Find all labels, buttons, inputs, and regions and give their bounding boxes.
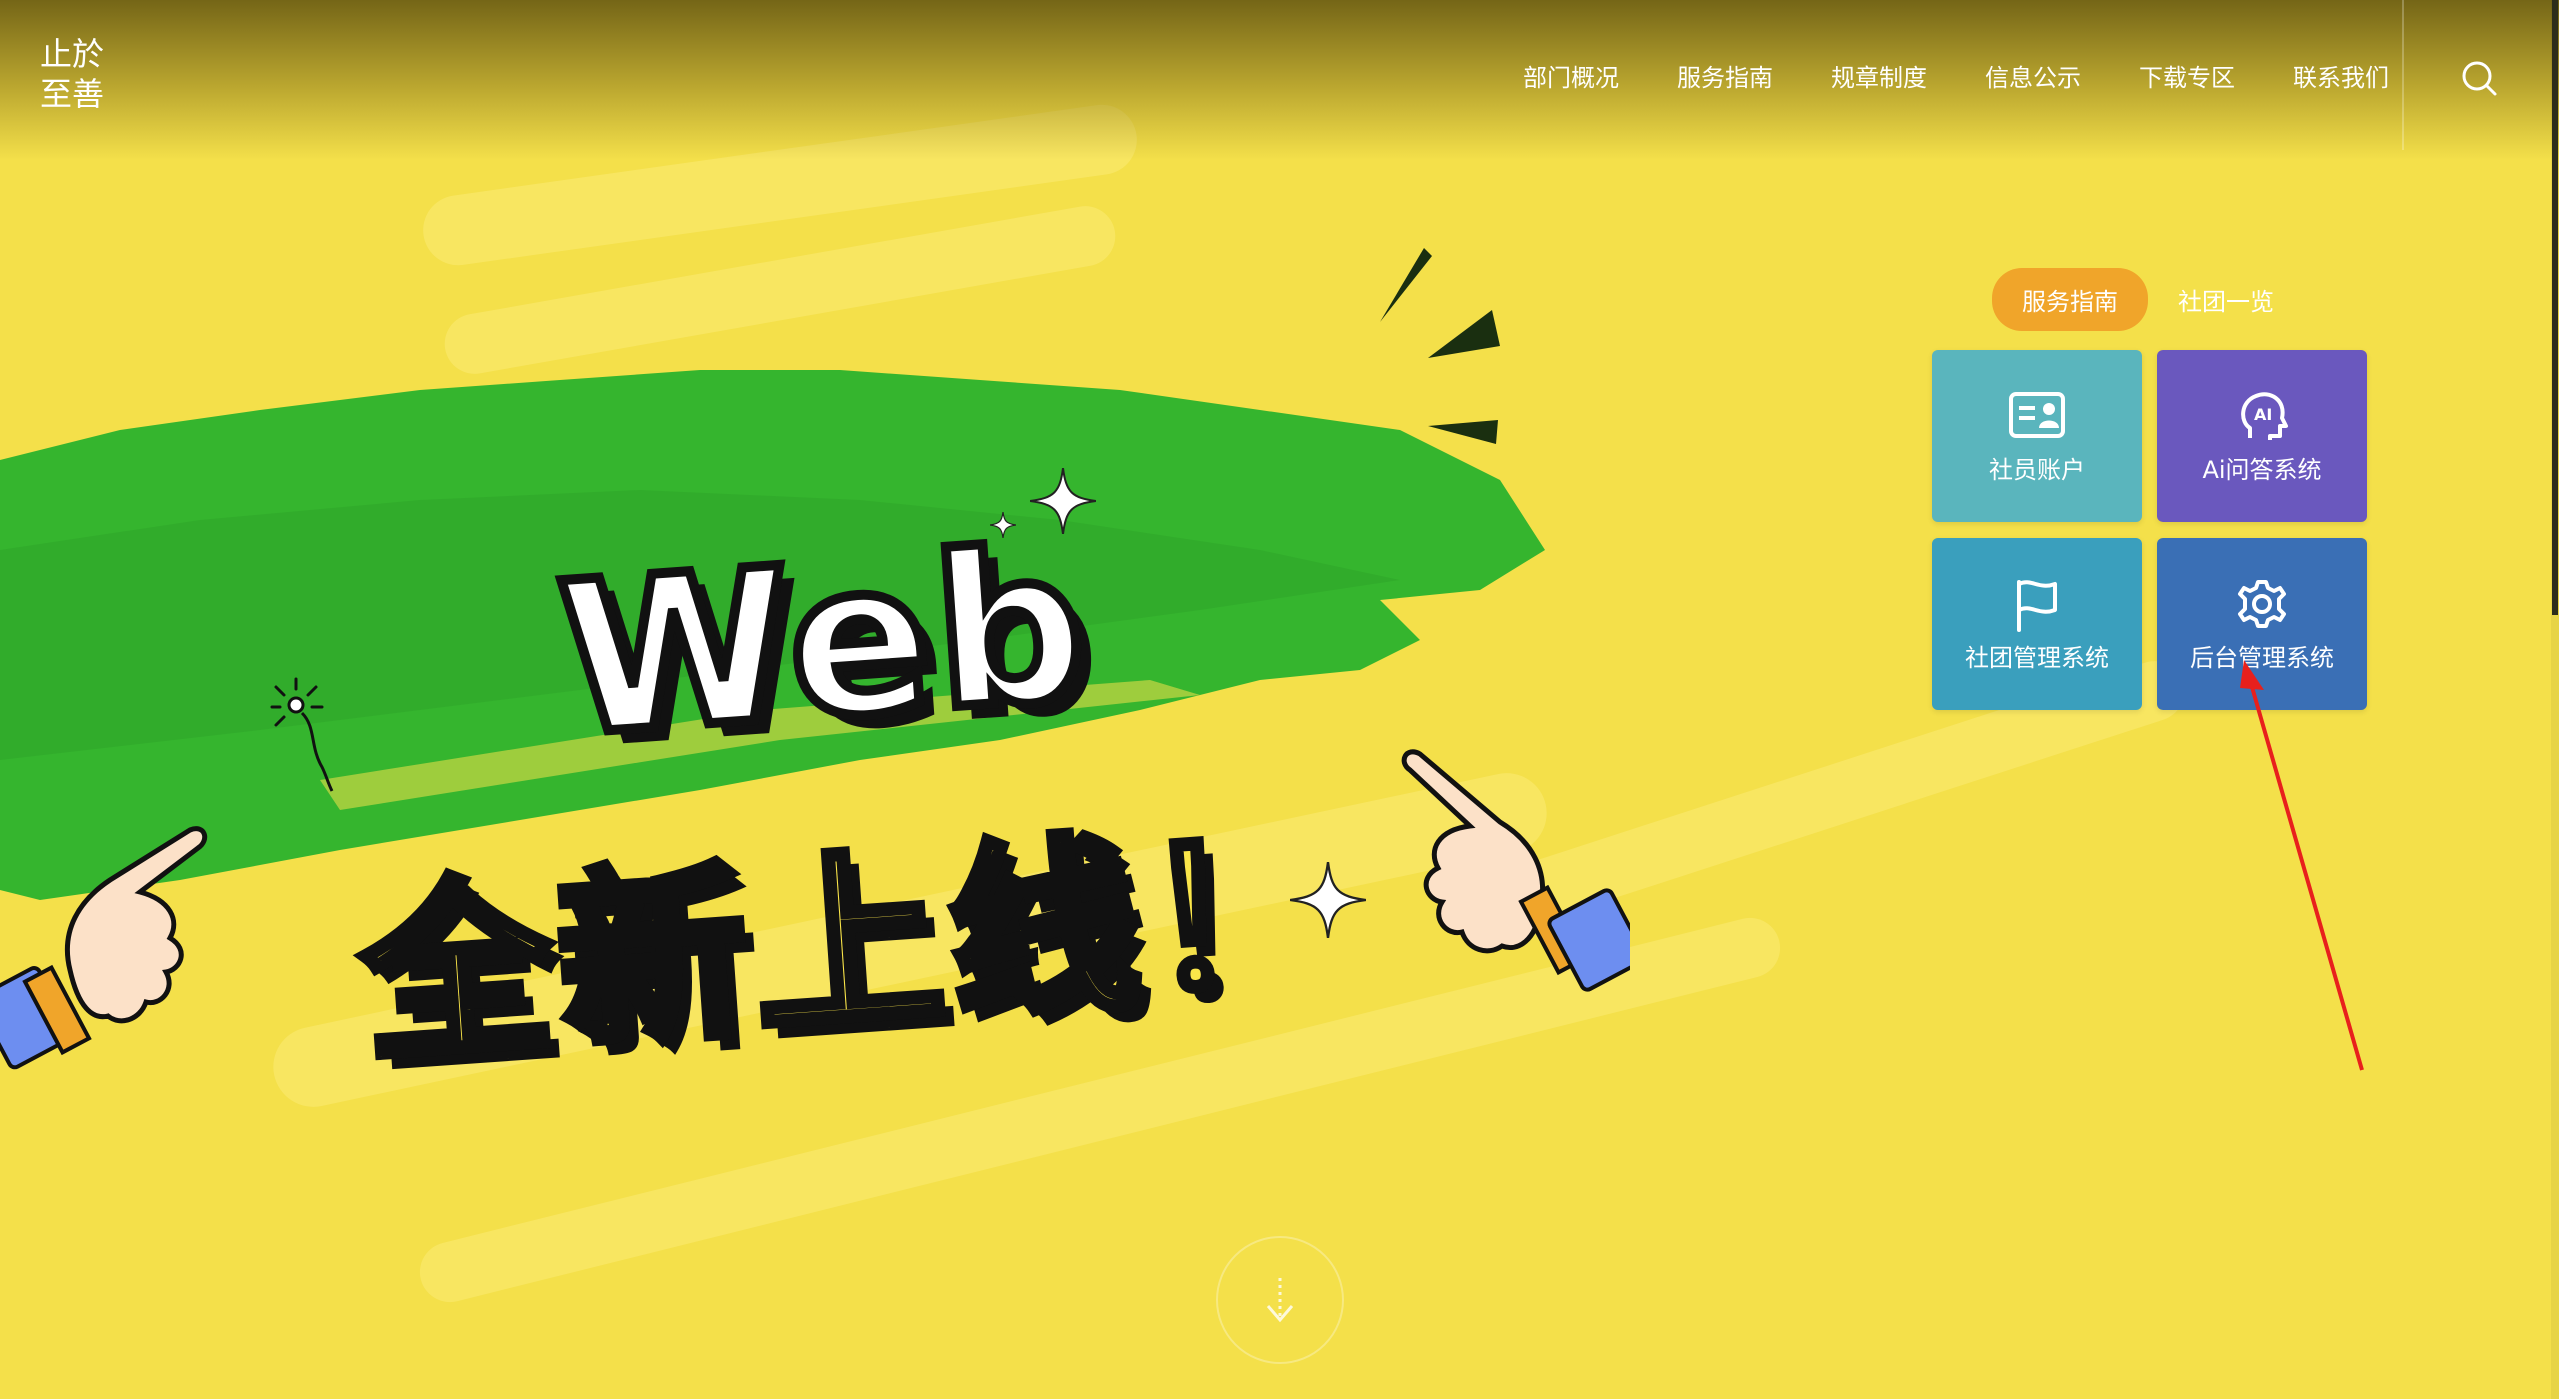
gear-icon bbox=[2238, 579, 2286, 628]
svg-text:AI: AI bbox=[2254, 405, 2272, 424]
member-account-label: 社员账户 bbox=[1989, 455, 2085, 484]
main-nav: 部门概况 服务指南 规章制度 信息公示 下载专区 联系我们 bbox=[1465, 58, 2389, 93]
tab-service-guide[interactable]: 服务指南 bbox=[1992, 268, 2148, 331]
nav-item-regulations[interactable]: 规章制度 bbox=[1831, 58, 1927, 93]
nav-item-info-disclosure[interactable]: 信息公示 bbox=[1985, 58, 2081, 93]
flag-icon bbox=[2017, 579, 2057, 632]
logo-line-2: 至善 bbox=[40, 75, 105, 113]
nav-item-department[interactable]: 部门概况 bbox=[1523, 58, 1619, 93]
ai-head-icon: AI bbox=[2241, 391, 2288, 440]
page-scrollbar-thumb[interactable] bbox=[2552, 0, 2558, 615]
pointing-hand-left-icon bbox=[0, 826, 208, 1070]
club-management-system-label: 社团管理系统 bbox=[1965, 643, 2109, 672]
ai-qa-system-tile[interactable]: AI Ai问答系统 bbox=[2157, 350, 2367, 522]
emphasis-lines-icon bbox=[1380, 248, 1500, 444]
nav-item-contact[interactable]: 联系我们 bbox=[2293, 58, 2389, 93]
site-logo[interactable]: 止於 至善 bbox=[40, 38, 130, 116]
nav-divider bbox=[2402, 0, 2404, 150]
quick-panel-tabs: 服务指南 社团一览 bbox=[1992, 268, 2304, 331]
member-account-tile[interactable]: 社员账户 bbox=[1932, 350, 2142, 522]
pointing-hand-right-icon bbox=[1401, 749, 1630, 992]
nav-item-service-guide[interactable]: 服务指南 bbox=[1677, 58, 1773, 93]
club-management-system-tile[interactable]: 社团管理系统 bbox=[1932, 538, 2142, 710]
tab-club-list[interactable]: 社团一览 bbox=[2148, 268, 2304, 331]
flower-doodle-icon bbox=[270, 677, 334, 792]
site-header: 止於 至善 部门概况 服务指南 规章制度 信息公示 下载专区 联系我们 bbox=[0, 0, 2559, 150]
annotation-arrow bbox=[2240, 660, 2364, 1071]
scroll-down-button[interactable] bbox=[1216, 1236, 1344, 1364]
arrow-down-icon bbox=[1266, 1278, 1294, 1323]
hero-headline: Web bbox=[547, 497, 1102, 788]
nav-item-downloads[interactable]: 下载专区 bbox=[2139, 58, 2235, 93]
ai-qa-system-label: Ai问答系统 bbox=[2202, 455, 2322, 484]
search-icon[interactable] bbox=[2459, 58, 2499, 98]
member-card-icon bbox=[2009, 391, 2065, 438]
logo-line-1: 止於 bbox=[40, 35, 105, 73]
